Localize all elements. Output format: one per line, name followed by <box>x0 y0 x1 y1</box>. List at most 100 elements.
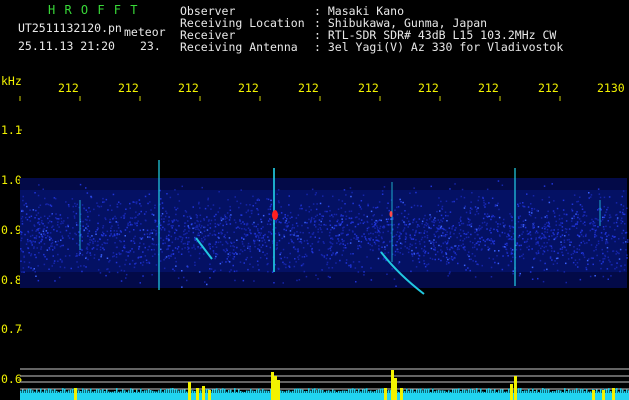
noise-speck <box>341 254 343 256</box>
baseline-spike <box>626 389 628 393</box>
noise-speck <box>329 276 331 279</box>
noise-speck <box>490 242 492 245</box>
noise-speck <box>329 215 331 217</box>
baseline-spike <box>306 391 308 393</box>
activity-histogram <box>20 368 629 400</box>
noise-speck <box>55 213 57 215</box>
noise-speck <box>603 257 606 260</box>
noise-speck <box>331 243 334 245</box>
noise-speck <box>536 209 538 212</box>
noise-speck <box>275 227 277 229</box>
noise-speck <box>73 215 76 217</box>
noise-speck <box>552 263 555 265</box>
noise-speck <box>450 246 453 249</box>
baseline-spike <box>156 391 158 393</box>
noise-speck <box>429 214 431 216</box>
noise-speck <box>608 196 611 198</box>
noise-speck <box>242 279 245 282</box>
noise-speck <box>585 233 587 236</box>
noise-speck <box>117 224 119 226</box>
noise-speck <box>101 243 103 246</box>
noise-speck <box>542 253 544 255</box>
noise-speck <box>386 207 388 209</box>
baseline-spike <box>498 390 500 393</box>
noise-speck <box>33 247 35 250</box>
noise-speck <box>493 216 496 218</box>
noise-speck <box>85 266 87 268</box>
baseline-spike <box>70 389 72 393</box>
noise-speck <box>357 236 359 239</box>
noise-speck <box>536 253 538 255</box>
noise-speck <box>438 225 440 227</box>
noise-speck <box>433 224 435 227</box>
noise-speck <box>138 213 141 215</box>
noise-speck <box>102 225 105 227</box>
noise-speck <box>22 199 24 202</box>
noise-speck <box>360 200 363 202</box>
noise-speck <box>383 186 386 188</box>
noise-speck <box>361 266 363 268</box>
noise-speck <box>89 239 91 241</box>
noise-speck <box>184 247 186 249</box>
noise-speck <box>460 220 462 222</box>
noise-speck <box>135 202 138 205</box>
noise-speck <box>543 269 546 271</box>
noise-speck <box>426 234 429 237</box>
noise-speck <box>501 231 504 234</box>
noise-speck <box>37 212 40 214</box>
noise-speck <box>102 201 104 203</box>
noise-speck <box>417 257 420 260</box>
noise-speck <box>140 256 143 258</box>
noise-speck <box>256 208 258 210</box>
noise-speck <box>257 228 259 230</box>
noise-speck <box>359 222 362 224</box>
noise-speck <box>343 247 345 249</box>
noise-speck <box>35 256 37 259</box>
noise-speck <box>585 268 588 271</box>
noise-speck <box>102 227 104 229</box>
noise-speck <box>54 280 56 282</box>
noise-speck <box>445 263 448 265</box>
noise-speck <box>352 202 354 205</box>
noise-speck <box>607 206 609 209</box>
noise-speck <box>97 222 99 225</box>
baseline-spike <box>290 391 292 393</box>
noise-speck <box>344 203 346 205</box>
noise-speck <box>51 239 54 242</box>
noise-speck <box>163 218 165 220</box>
noise-speck <box>329 241 331 243</box>
noise-speck <box>153 243 155 246</box>
noise-speck <box>264 254 266 256</box>
noise-speck <box>206 229 209 231</box>
noise-speck <box>477 212 480 215</box>
noise-speck <box>257 248 259 250</box>
noise-speck <box>458 232 461 235</box>
noise-speck <box>450 256 453 258</box>
noise-speck <box>83 207 85 209</box>
noise-speck <box>336 251 338 254</box>
noise-speck <box>296 279 298 282</box>
noise-speck <box>560 241 562 243</box>
noise-speck <box>479 237 481 240</box>
baseline-spike <box>228 390 230 393</box>
baseline-spike <box>22 389 24 393</box>
noise-speck <box>188 241 190 243</box>
noise-speck <box>565 231 567 233</box>
baseline-spike <box>82 388 84 393</box>
noise-speck <box>550 250 553 252</box>
noise-speck <box>171 221 174 223</box>
noise-speck <box>291 224 294 226</box>
noise-speck <box>61 235 63 237</box>
noise-speck <box>204 226 206 229</box>
noise-speck <box>227 253 229 255</box>
noise-speck <box>381 246 383 248</box>
noise-speck <box>26 218 29 221</box>
baseline-spike <box>564 388 566 393</box>
noise-speck <box>146 262 148 264</box>
noise-speck <box>340 223 342 225</box>
baseline-spike <box>214 389 216 393</box>
noise-speck <box>488 202 490 204</box>
noise-speck <box>114 234 116 237</box>
baseline-spike <box>360 391 362 393</box>
noise-speck <box>200 246 202 249</box>
